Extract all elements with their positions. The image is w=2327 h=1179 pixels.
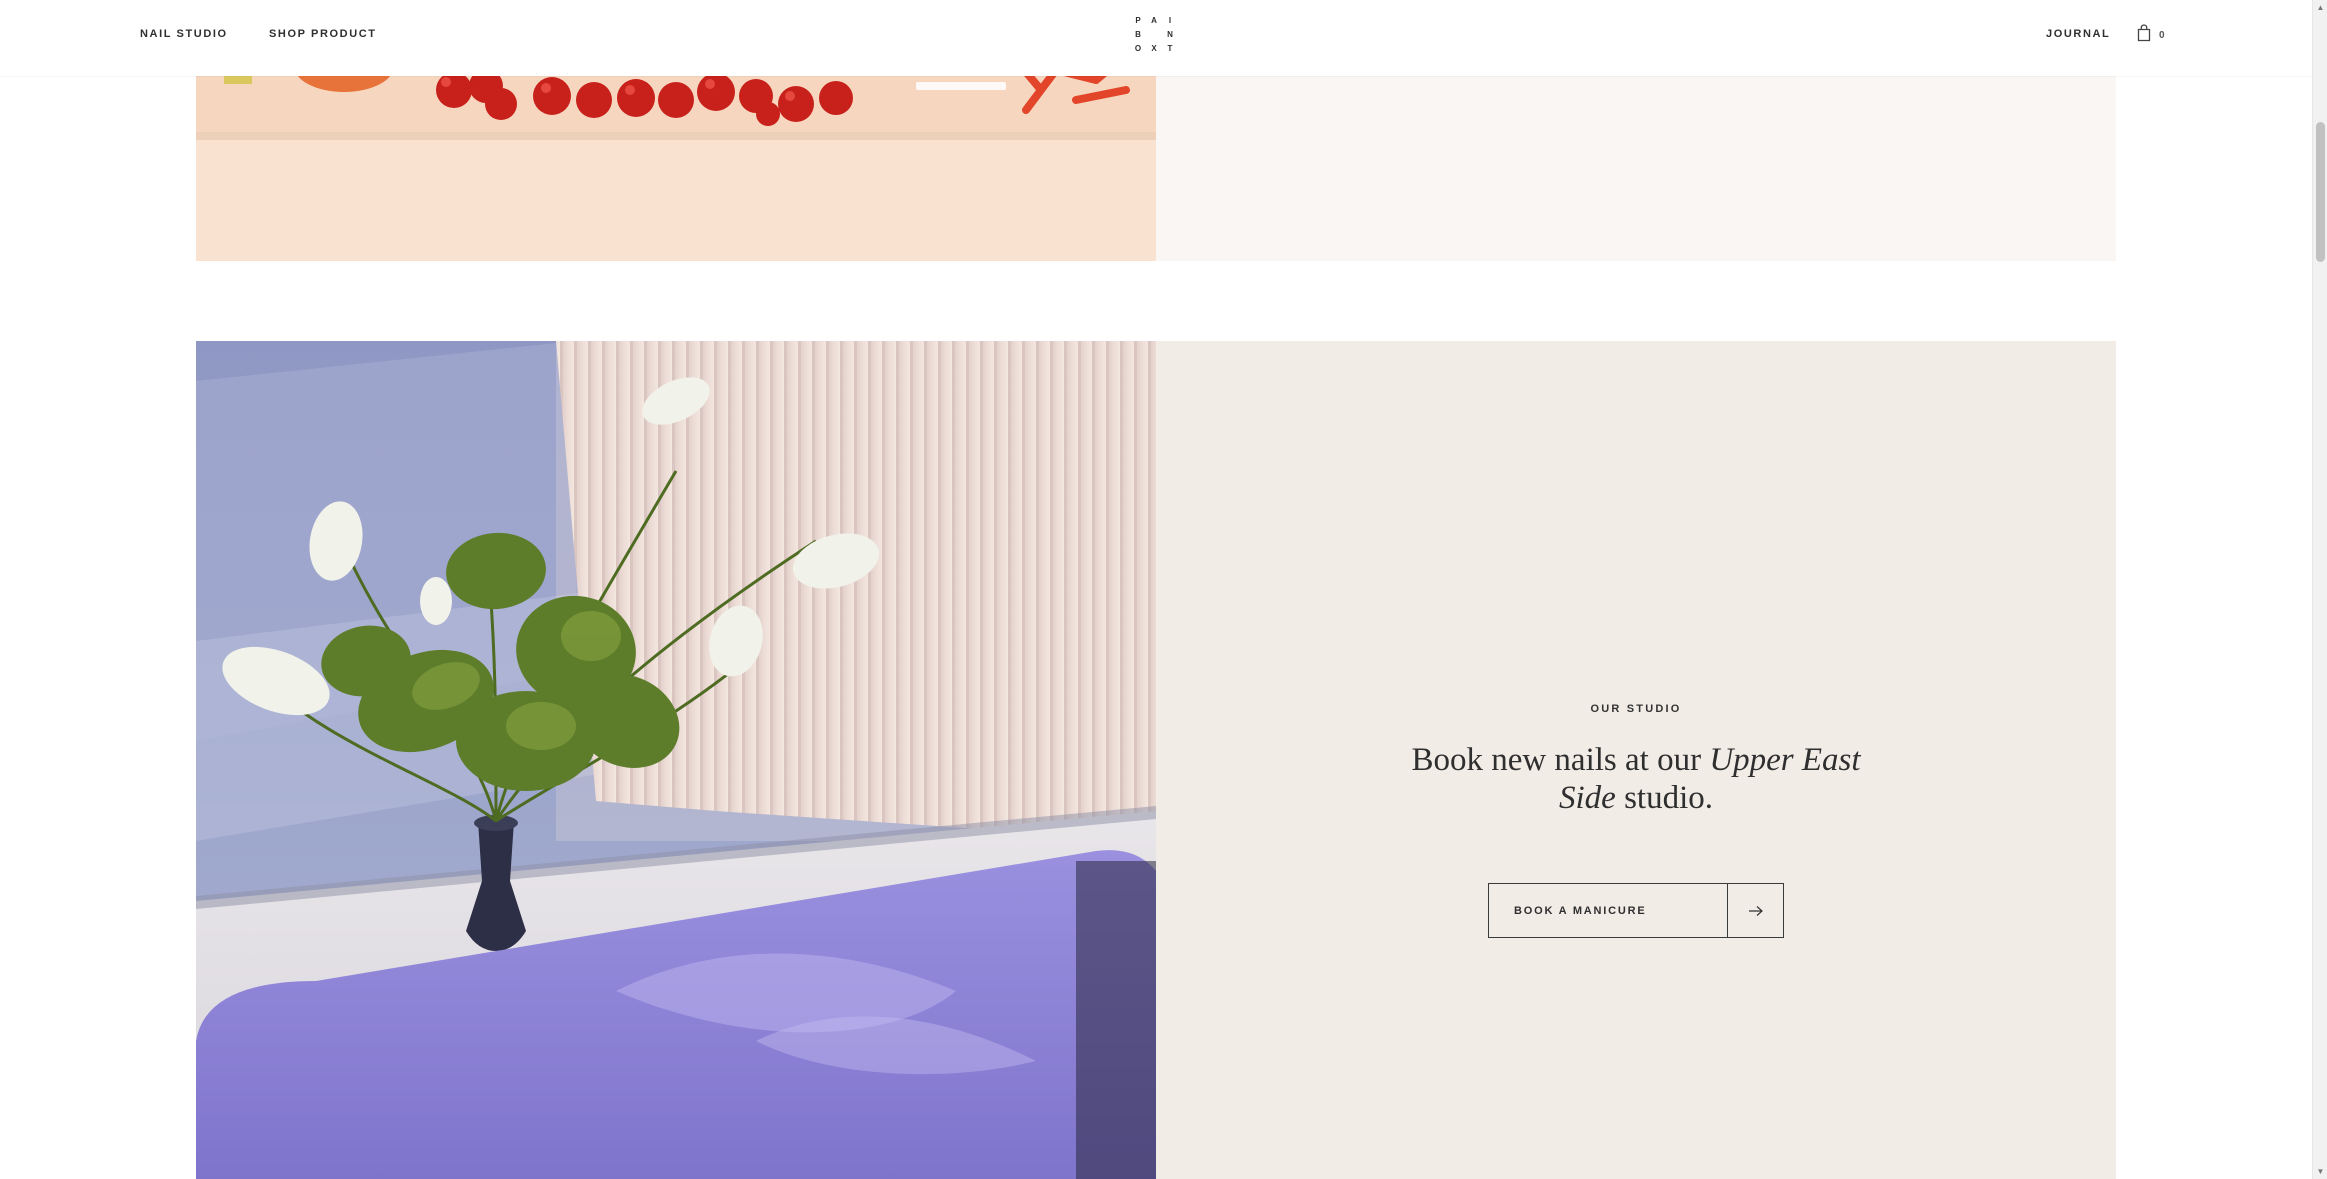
logo-letter: I bbox=[1168, 16, 1172, 25]
studio-window-photo bbox=[196, 341, 1156, 1179]
scroll-up-arrow-icon[interactable]: ▲ bbox=[2316, 3, 2325, 12]
page-scrollbar[interactable]: ▲ ▼ bbox=[2312, 0, 2327, 1179]
studio-headline: Book new nails at our Upper East Side st… bbox=[1386, 741, 1886, 817]
arrow-right-icon bbox=[1728, 884, 1783, 937]
scroll-down-arrow-icon[interactable]: ▼ bbox=[2316, 1167, 2325, 1176]
scrollbar-thumb[interactable] bbox=[2316, 122, 2325, 262]
nav-journal[interactable]: JOURNAL bbox=[2046, 28, 2110, 40]
headline-text: Book new nails at our bbox=[1411, 742, 1710, 778]
nav-shop-product[interactable]: SHOP PRODUCT bbox=[269, 28, 377, 40]
shopping-bag-icon bbox=[2137, 23, 2151, 47]
logo-letter: A bbox=[1151, 16, 1157, 25]
nav-nail-studio[interactable]: NAIL STUDIO bbox=[140, 28, 228, 40]
logo-letter: O bbox=[1134, 44, 1142, 53]
studio-booking-panel: OUR STUDIO Book new nails at our Upper E… bbox=[1156, 341, 2116, 1179]
logo-letter bbox=[1146, 28, 1162, 42]
section-eyebrow: OUR STUDIO bbox=[1590, 703, 1682, 715]
headline-text-end: studio. bbox=[1615, 780, 1713, 816]
logo-letter: N bbox=[1167, 30, 1173, 39]
logo-letter: P bbox=[1135, 16, 1141, 25]
logo-letter: X bbox=[1151, 44, 1157, 53]
book-manicure-label: BOOK A MANICURE bbox=[1489, 884, 1728, 937]
cart-count: 0 bbox=[2159, 29, 2165, 41]
site-header: NAIL STUDIO SHOP PRODUCT P A I B N O X T… bbox=[0, 0, 2312, 76]
book-manicure-button[interactable]: BOOK A MANICURE bbox=[1488, 883, 1784, 938]
cart-button[interactable]: 0 bbox=[2137, 23, 2171, 47]
logo-letter: B bbox=[1135, 30, 1141, 39]
site-logo[interactable]: P A I B N O X T bbox=[1130, 14, 1180, 58]
logo-letter: T bbox=[1167, 44, 1173, 53]
